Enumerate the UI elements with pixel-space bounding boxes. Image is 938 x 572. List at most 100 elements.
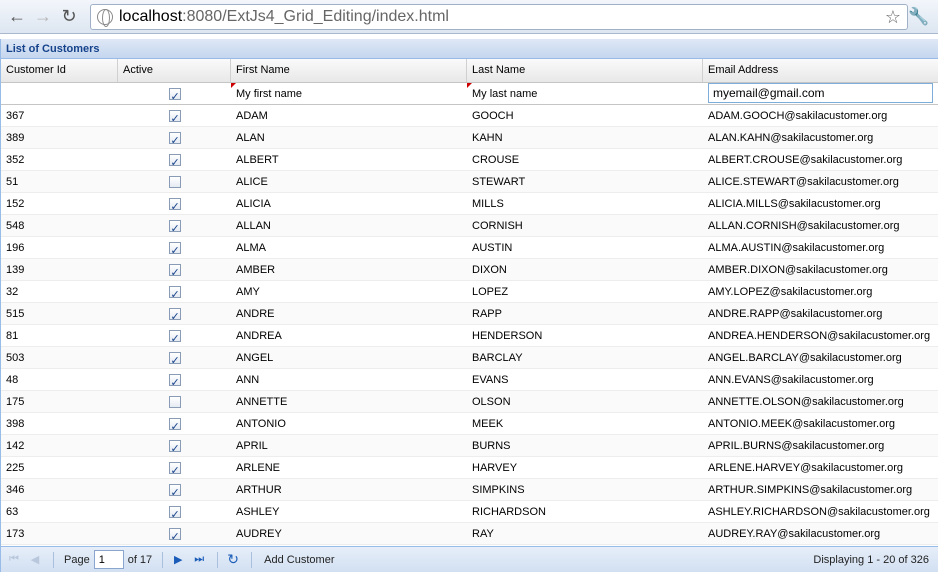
table-row[interactable]: 152 ALICIA MILLS ALICIA.MILLS@sakilacustome… <box>1 193 938 215</box>
active-checkbox[interactable] <box>168 416 181 435</box>
paging-toolbar: ⏮ ◀ Page of 17 ▶ ⏭ ↻ Add Customer Displa… <box>1 546 938 572</box>
row-editor: My first name My last name <box>1 82 938 105</box>
edit-active-checkbox[interactable] <box>168 86 181 105</box>
table-row[interactable]: 81 ANDREA HENDERSON ANDREA.HENDERSON@sakila… <box>1 325 938 347</box>
page-number-input[interactable] <box>93 550 124 569</box>
cell-first-name: ANTONIO <box>236 417 286 430</box>
table-row[interactable]: 352 ALBERT CROUSE ALBERT.CROUSE@sakilacusto… <box>1 149 938 171</box>
active-checkbox[interactable] <box>168 438 181 457</box>
cell-first-name: ALICIA <box>236 197 271 210</box>
cell-customer-id: 389 <box>6 131 25 144</box>
edit-email-cell <box>703 82 938 105</box>
reload-icon[interactable]: ↻ <box>58 6 80 28</box>
column-header-active[interactable]: Active <box>118 59 231 82</box>
wrench-icon[interactable]: 🔧 <box>908 6 930 28</box>
first-page-icon[interactable]: ⏮ <box>5 551 23 569</box>
active-checkbox[interactable] <box>168 504 181 523</box>
forward-icon[interactable]: → <box>32 6 54 28</box>
table-row[interactable]: 398 ANTONIO MEEK ANTONIO.MEEK@sakilacustome… <box>1 413 938 435</box>
address-bar[interactable]: localhost:8080/ExtJs4_Grid_Editing/index… <box>90 4 908 30</box>
column-header-last-name[interactable]: Last Name <box>467 59 703 82</box>
cell-last-name: GOOCH <box>472 109 514 122</box>
table-row[interactable]: 48 ANN EVANS ANN.EVANS@sakilacustomer.org <box>1 369 938 391</box>
cell-active <box>118 237 231 259</box>
cell-email: ARLENE.HARVEY@sakilacustomer.org <box>708 461 903 474</box>
active-checkbox[interactable] <box>168 306 181 325</box>
cell-active <box>118 457 231 479</box>
active-checkbox[interactable] <box>168 152 181 171</box>
edit-first-name[interactable]: My first name <box>231 82 467 105</box>
cell-email: AMBER.DIXON@sakilacustomer.org <box>708 263 888 276</box>
browser-toolbar: ← → ↻ localhost:8080/ExtJs4_Grid_Editing… <box>0 0 938 34</box>
cell-active <box>118 479 231 501</box>
active-checkbox[interactable] <box>168 175 181 188</box>
url-host: localhost <box>119 8 183 25</box>
cell-last-name: MEEK <box>472 417 504 430</box>
active-checkbox[interactable] <box>168 350 181 369</box>
active-checkbox[interactable] <box>168 372 181 391</box>
cell-active <box>118 105 231 127</box>
active-checkbox[interactable] <box>168 460 181 479</box>
table-row[interactable]: 515 ANDRE RAPP ANDRE.RAPP@sakilacustomer.or… <box>1 303 938 325</box>
cell-email: APRIL.BURNS@sakilacustomer.org <box>708 439 885 452</box>
active-checkbox[interactable] <box>168 218 181 237</box>
active-checkbox[interactable] <box>168 108 181 127</box>
cell-customer-id: 367 <box>6 109 25 122</box>
active-checkbox[interactable] <box>168 240 181 259</box>
cell-customer-id: 48 <box>6 373 19 386</box>
table-row[interactable]: 173 AUDREY RAY AUDREY.RAY@sakilacustomer.or… <box>1 523 938 545</box>
active-checkbox[interactable] <box>168 262 181 281</box>
active-checkbox[interactable] <box>168 328 181 347</box>
next-page-icon[interactable]: ▶ <box>169 551 187 569</box>
cell-first-name: ANN <box>236 373 260 386</box>
table-row[interactable]: 503 ANGEL BARCLAY ANGEL.BARCLAY@sakilacusto… <box>1 347 938 369</box>
column-header-customer-id[interactable]: Customer Id <box>1 59 118 82</box>
cell-first-name: ALICE <box>236 175 268 188</box>
cell-first-name: ASHLEY <box>236 505 280 518</box>
active-checkbox[interactable] <box>168 482 181 501</box>
cell-last-name: RAY <box>472 527 494 540</box>
bookmark-star-icon[interactable]: ☆ <box>885 7 901 28</box>
column-header-first-name[interactable]: First Name <box>231 59 467 82</box>
table-row[interactable]: 367 ADAM GOOCH ADAM.GOOCH@sakilacustomer.or… <box>1 105 938 127</box>
cell-last-name: HARVEY <box>472 461 518 474</box>
cell-customer-id: 152 <box>6 197 25 210</box>
last-page-icon[interactable]: ⏭ <box>190 551 208 569</box>
table-row[interactable]: 139 AMBER DIXON AMBER.DIXON@sakilacustomer.… <box>1 259 938 281</box>
edit-last-name[interactable]: My last name <box>467 82 703 105</box>
cell-first-name: ALAN <box>236 131 265 144</box>
refresh-icon[interactable]: ↻ <box>224 551 242 569</box>
cell-customer-id: 515 <box>6 307 25 320</box>
table-row[interactable]: 548 ALLAN CORNISH ALLAN.CORNISH@sakilacusto… <box>1 215 938 237</box>
prev-page-icon[interactable]: ◀ <box>26 551 44 569</box>
active-checkbox[interactable] <box>168 130 181 149</box>
table-row[interactable]: 196 ALMA AUSTIN ALMA.AUSTIN@sakilacustomer.… <box>1 237 938 259</box>
cell-first-name: ALLAN <box>236 219 271 232</box>
table-row[interactable]: 225 ARLENE HARVEY ARLENE.HARVEY@sakilacusto… <box>1 457 938 479</box>
table-row[interactable]: 32 AMY LOPEZ AMY.LOPEZ@sakilacustomer.org <box>1 281 938 303</box>
cell-active <box>118 259 231 281</box>
table-row[interactable]: 51 ALICE STEWART ALICE.STEWART@sakilacustom… <box>1 171 938 193</box>
cell-customer-id: 196 <box>6 241 25 254</box>
paging-display-info: Displaying 1 - 20 of 326 <box>813 553 929 566</box>
cell-email: ALAN.KAHN@sakilacustomer.org <box>708 131 874 144</box>
cell-last-name: HENDERSON <box>472 329 543 342</box>
table-row[interactable]: 346 ARTHUR SIMPKINS ARTHUR.SIMPKINS@sakilac… <box>1 479 938 501</box>
back-icon[interactable]: ← <box>6 6 28 28</box>
active-checkbox[interactable] <box>168 526 181 545</box>
active-checkbox[interactable] <box>168 395 181 408</box>
add-customer-button[interactable]: Add Customer <box>258 554 340 566</box>
active-checkbox[interactable] <box>168 284 181 303</box>
cell-customer-id: 225 <box>6 461 25 474</box>
table-row[interactable]: 389 ALAN KAHN ALAN.KAHN@sakilacustomer.org <box>1 127 938 149</box>
table-row[interactable]: 63 ASHLEY RICHARDSON ASHLEY.RICHARDSON@saki… <box>1 501 938 523</box>
grid-body: 367 ADAM GOOCH ADAM.GOOCH@sakilacustomer.or… <box>1 105 938 545</box>
cell-active <box>118 391 231 413</box>
column-header-email[interactable]: Email Address <box>703 59 938 82</box>
cell-first-name: ARTHUR <box>236 483 282 496</box>
cell-first-name: AMBER <box>236 263 276 276</box>
email-field[interactable] <box>708 82 933 103</box>
table-row[interactable]: 142 APRIL BURNS APRIL.BURNS@sakilacustomer.… <box>1 435 938 457</box>
table-row[interactable]: 175 ANNETTE OLSON ANNETTE.OLSON@sakilacusto… <box>1 391 938 413</box>
active-checkbox[interactable] <box>168 196 181 215</box>
